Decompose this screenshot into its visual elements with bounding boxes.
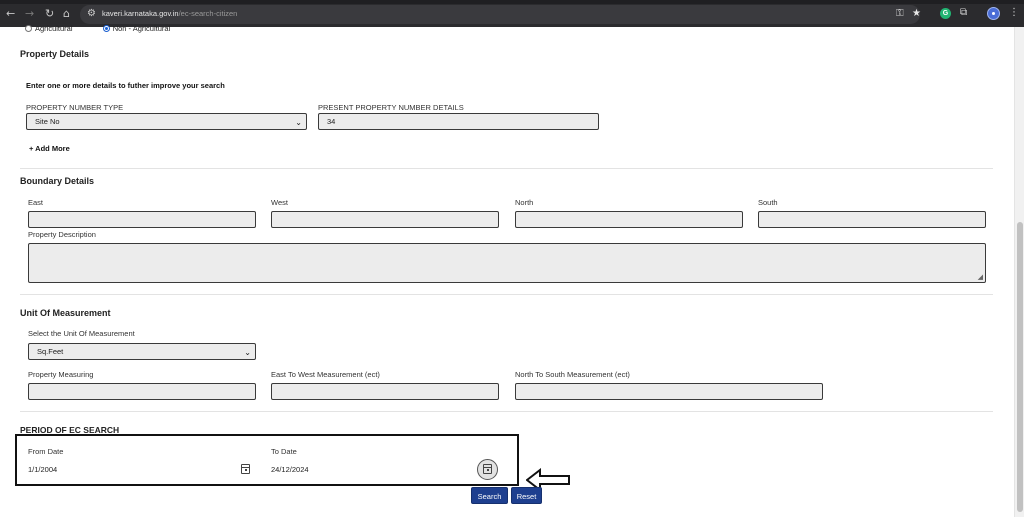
east-west-measurement-input[interactable] <box>271 383 499 400</box>
boundary-details-title: Boundary Details <box>20 176 95 186</box>
tune-icon[interactable]: ⚙ <box>87 8 96 19</box>
search-button[interactable]: Search <box>471 487 508 504</box>
to-date-input[interactable]: 24/12/2024 <box>271 465 309 474</box>
forward-arrow-icon[interactable]: → <box>25 8 34 20</box>
back-arrow-icon[interactable]: ← <box>6 8 15 20</box>
url-path: /ec-search-citizen <box>178 9 238 18</box>
browser-toolbar: ← → ↻ ⌂ ⚙ kaveri.karnataka.gov.in/ec-sea… <box>0 0 1024 27</box>
calendar-icon <box>483 464 492 474</box>
url-text[interactable]: kaveri.karnataka.gov.in/ec-search-citize… <box>102 9 237 18</box>
west-input[interactable] <box>271 211 499 228</box>
property-type-radios: Agricultural Non - Agricultural <box>25 24 170 33</box>
divider <box>20 294 993 295</box>
page-scrollbar[interactable] <box>1014 27 1024 517</box>
divider <box>20 411 993 412</box>
radio-non-agricultural-label: Non - Agricultural <box>112 24 171 33</box>
property-number-details-label: PRESENT PROPERTY NUMBER DETAILS <box>318 103 464 112</box>
resize-grip-icon[interactable]: ◢ <box>978 274 983 281</box>
radio-agricultural-label: Agricultural <box>35 24 73 33</box>
property-number-type-select[interactable]: Site No ⌄ <box>26 113 307 130</box>
radio-agricultural[interactable] <box>25 25 32 32</box>
north-south-measurement-input[interactable] <box>515 383 823 400</box>
kebab-menu-icon[interactable]: ⋮ <box>1009 7 1019 18</box>
add-more-button[interactable]: + Add More <box>29 144 70 153</box>
unit-select-value: Sq.Feet <box>37 347 64 356</box>
grammarly-icon[interactable]: G <box>940 8 951 19</box>
property-number-type-label: PROPERTY NUMBER TYPE <box>26 103 124 112</box>
avatar[interactable] <box>987 7 1000 20</box>
east-label: East <box>28 198 44 207</box>
unit-of-measurement-title: Unit Of Measurement <box>20 308 111 318</box>
chevron-down-icon: ⌄ <box>244 348 251 357</box>
property-details-hint: Enter one or more details to futher impr… <box>26 81 225 90</box>
property-details-title: Property Details <box>20 49 90 59</box>
property-number-details-input[interactable]: 34 <box>318 113 599 130</box>
chevron-down-icon: ⌄ <box>295 118 302 127</box>
calendar-icon[interactable] <box>241 464 250 474</box>
radio-non-agricultural[interactable] <box>102 25 110 32</box>
to-date-calendar-button[interactable] <box>477 459 498 480</box>
south-label: South <box>758 198 778 207</box>
puzzle-icon[interactable]: ⧉ <box>960 7 967 18</box>
north-south-measurement-label: North To South Measurement (ect) <box>515 370 630 379</box>
from-date-label: From Date <box>28 447 64 456</box>
ec-period-highlight-box <box>15 434 519 486</box>
from-date-input[interactable]: 1/1/2004 <box>28 465 57 474</box>
star-icon[interactable]: ★ <box>912 8 921 19</box>
east-west-measurement-label: East To West Measurement (ect) <box>271 370 380 379</box>
tab-strip-edge <box>0 0 1024 4</box>
address-bar[interactable]: ⚙ kaveri.karnataka.gov.in/ec-search-citi… <box>80 5 921 24</box>
reload-icon[interactable]: ↻ <box>45 8 54 20</box>
unit-select-label: Select the Unit Of Measurement <box>28 329 135 338</box>
property-measuring-label: Property Measuring <box>28 370 94 379</box>
home-icon[interactable]: ⌂ <box>63 8 70 20</box>
east-input[interactable] <box>28 211 256 228</box>
reset-button[interactable]: Reset <box>511 487 542 504</box>
key-icon[interactable]: ⚿ <box>896 8 904 19</box>
property-description-textarea[interactable]: ◢ <box>28 243 986 283</box>
north-label: North <box>515 198 534 207</box>
ec-search-form: Agricultural Non - Agricultural Property… <box>0 24 1014 517</box>
unit-select[interactable]: Sq.Feet ⌄ <box>28 343 256 360</box>
property-measuring-input[interactable] <box>28 383 256 400</box>
to-date-label: To Date <box>271 447 297 456</box>
property-number-type-value: Site No <box>35 117 60 126</box>
west-label: West <box>271 198 288 207</box>
scrollbar-thumb[interactable] <box>1017 222 1023 512</box>
divider <box>20 168 993 169</box>
url-domain: kaveri.karnataka.gov.in <box>102 9 179 18</box>
south-input[interactable] <box>758 211 986 228</box>
north-input[interactable] <box>515 211 743 228</box>
property-description-label: Property Description <box>28 230 96 239</box>
